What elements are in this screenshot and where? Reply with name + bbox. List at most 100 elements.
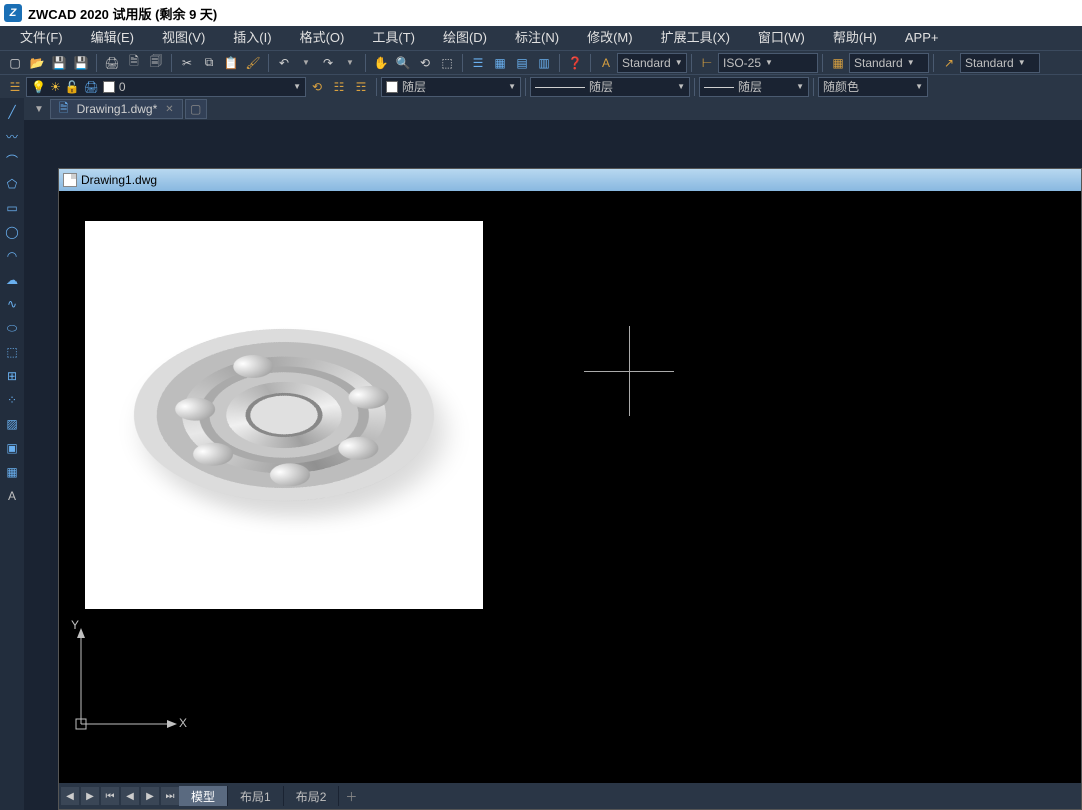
nav-first-icon[interactable]: ⏮: [101, 787, 119, 805]
text-style-dropdown[interactable]: Standard ▼: [617, 53, 687, 73]
print-preview-icon[interactable]: 🗎: [123, 53, 145, 73]
save-icon[interactable]: 💾: [48, 53, 70, 73]
publish-icon[interactable]: 🗐: [145, 53, 167, 73]
copy-icon[interactable]: ⧉: [198, 53, 220, 73]
layer-manager-icon[interactable]: ☱: [4, 77, 26, 97]
menu-edit[interactable]: 编辑(E): [77, 26, 148, 50]
drawing-canvas[interactable]: Y X: [59, 191, 1081, 783]
drawing-window-title-bar[interactable]: Drawing1.dwg: [59, 169, 1081, 191]
dim-style-dropdown[interactable]: ISO-25 ▼: [718, 53, 818, 73]
spline-icon[interactable]: ∿: [2, 294, 22, 314]
open-icon[interactable]: 📂: [26, 53, 48, 73]
zoom-previous-icon[interactable]: ⟲: [414, 53, 436, 73]
properties-icon[interactable]: ☰: [467, 53, 489, 73]
layout-tab-1[interactable]: 布局1: [228, 786, 284, 806]
text-icon[interactable]: A: [2, 486, 22, 506]
menu-app[interactable]: APP+: [891, 26, 953, 50]
other-style-dropdown[interactable]: Standard ▼: [960, 53, 1040, 73]
ellipse-icon[interactable]: ⬭: [2, 318, 22, 338]
multileader-style-icon[interactable]: ↗: [938, 53, 960, 73]
help-icon[interactable]: ❓: [564, 53, 586, 73]
document-tab-active[interactable]: 🗎 Drawing1.dwg* ✕: [50, 99, 183, 119]
cut-icon[interactable]: ✂: [176, 53, 198, 73]
menu-view[interactable]: 视图(V): [148, 26, 219, 50]
chevron-down-icon: ▼: [1018, 58, 1026, 67]
match-prop-icon[interactable]: 🖌: [242, 53, 264, 73]
layer-iso-icon[interactable]: ☶: [350, 77, 372, 97]
design-center-icon[interactable]: ▦: [489, 53, 511, 73]
revcloud-icon[interactable]: ☁: [2, 270, 22, 290]
separator: [462, 54, 463, 72]
zoom-window-icon[interactable]: ⬚: [436, 53, 458, 73]
new-tab-button[interactable]: ▢: [185, 99, 207, 119]
menu-help[interactable]: 帮助(H): [819, 26, 891, 50]
block-icon[interactable]: ⬚: [2, 342, 22, 362]
separator: [694, 78, 695, 96]
lineweight-dropdown[interactable]: 随层 ▼: [699, 77, 809, 97]
menu-dim[interactable]: 标注(N): [501, 26, 573, 50]
separator: [822, 54, 823, 72]
dim-style-icon[interactable]: ⊢: [696, 53, 718, 73]
color-value: 随层: [402, 78, 426, 95]
redo-dropdown-icon[interactable]: ▼: [339, 53, 361, 73]
menu-window[interactable]: 窗口(W): [744, 26, 819, 50]
undo-dropdown-icon[interactable]: ▼: [295, 53, 317, 73]
separator: [376, 78, 377, 96]
separator: [813, 78, 814, 96]
undo-icon[interactable]: ↶: [273, 53, 295, 73]
menu-format[interactable]: 格式(O): [286, 26, 359, 50]
ellipse-arc-icon[interactable]: ◠: [2, 246, 22, 266]
layer-previous-icon[interactable]: ⟲: [306, 77, 328, 97]
menu-draw[interactable]: 绘图(D): [429, 26, 501, 50]
paste-icon[interactable]: 📋: [220, 53, 242, 73]
chevron-down-icon: ▼: [796, 82, 804, 91]
line-icon[interactable]: ╱: [2, 102, 22, 122]
chevron-down-icon: ▼: [508, 82, 516, 91]
linetype-dropdown[interactable]: 随层 ▼: [530, 77, 690, 97]
add-layout-button[interactable]: ＋: [339, 786, 363, 806]
layout-tab-model[interactable]: 模型: [179, 786, 228, 806]
separator: [590, 54, 591, 72]
plotstyle-dropdown[interactable]: 随颜色 ▼: [818, 77, 928, 97]
insert-icon[interactable]: ⊞: [2, 366, 22, 386]
nav-prev-icon[interactable]: ◀: [121, 787, 139, 805]
point-icon[interactable]: ⁘: [2, 390, 22, 410]
table-style-icon[interactable]: ▦: [827, 53, 849, 73]
layout-tab-bar: ◀ ▶ ⏮ ◀ ▶ ⏭ 模型 布局1 布局2 ＋: [59, 783, 1081, 809]
scroll-right-icon[interactable]: ▶: [81, 787, 99, 805]
print-icon[interactable]: 🖨: [101, 53, 123, 73]
menu-file[interactable]: 文件(F): [6, 26, 77, 50]
table-style-dropdown[interactable]: Standard ▼: [849, 53, 929, 73]
saveas-icon[interactable]: 💾: [70, 53, 92, 73]
text-style-icon[interactable]: A: [595, 53, 617, 73]
arc-icon[interactable]: ⌒: [2, 150, 22, 170]
polygon-icon[interactable]: ⬠: [2, 174, 22, 194]
menu-ext[interactable]: 扩展工具(X): [647, 26, 744, 50]
polyline-icon[interactable]: 〰: [2, 126, 22, 146]
lock-icon: 🔓: [65, 80, 80, 94]
layer-state-icon[interactable]: ☷: [328, 77, 350, 97]
nav-next-icon[interactable]: ▶: [141, 787, 159, 805]
menu-insert[interactable]: 插入(I): [219, 26, 285, 50]
close-icon[interactable]: ✕: [165, 104, 173, 115]
redo-icon[interactable]: ↷: [317, 53, 339, 73]
menu-modify[interactable]: 修改(M): [573, 26, 647, 50]
tabs-chevron-icon[interactable]: ▼: [30, 104, 48, 115]
circle-icon[interactable]: ◯: [2, 222, 22, 242]
tool-palette-icon[interactable]: ▤: [511, 53, 533, 73]
region-icon[interactable]: ▣: [2, 438, 22, 458]
nav-last-icon[interactable]: ⏭: [161, 787, 179, 805]
calculator-icon[interactable]: ▥: [533, 53, 555, 73]
pan-icon[interactable]: ✋: [370, 53, 392, 73]
layer-dropdown[interactable]: 💡 ☀ 🔓 🖨 0 ▼: [26, 77, 306, 97]
layout-tab-2[interactable]: 布局2: [284, 786, 340, 806]
rectangle-icon[interactable]: ▭: [2, 198, 22, 218]
chevron-down-icon: ▼: [293, 82, 301, 91]
hatch-icon[interactable]: ▨: [2, 414, 22, 434]
zoom-icon[interactable]: 🔍: [392, 53, 414, 73]
table-icon[interactable]: ▦: [2, 462, 22, 482]
new-icon[interactable]: ▢: [4, 53, 26, 73]
menu-tools[interactable]: 工具(T): [358, 26, 429, 50]
color-dropdown[interactable]: 随层 ▼: [381, 77, 521, 97]
scroll-left-icon[interactable]: ◀: [61, 787, 79, 805]
